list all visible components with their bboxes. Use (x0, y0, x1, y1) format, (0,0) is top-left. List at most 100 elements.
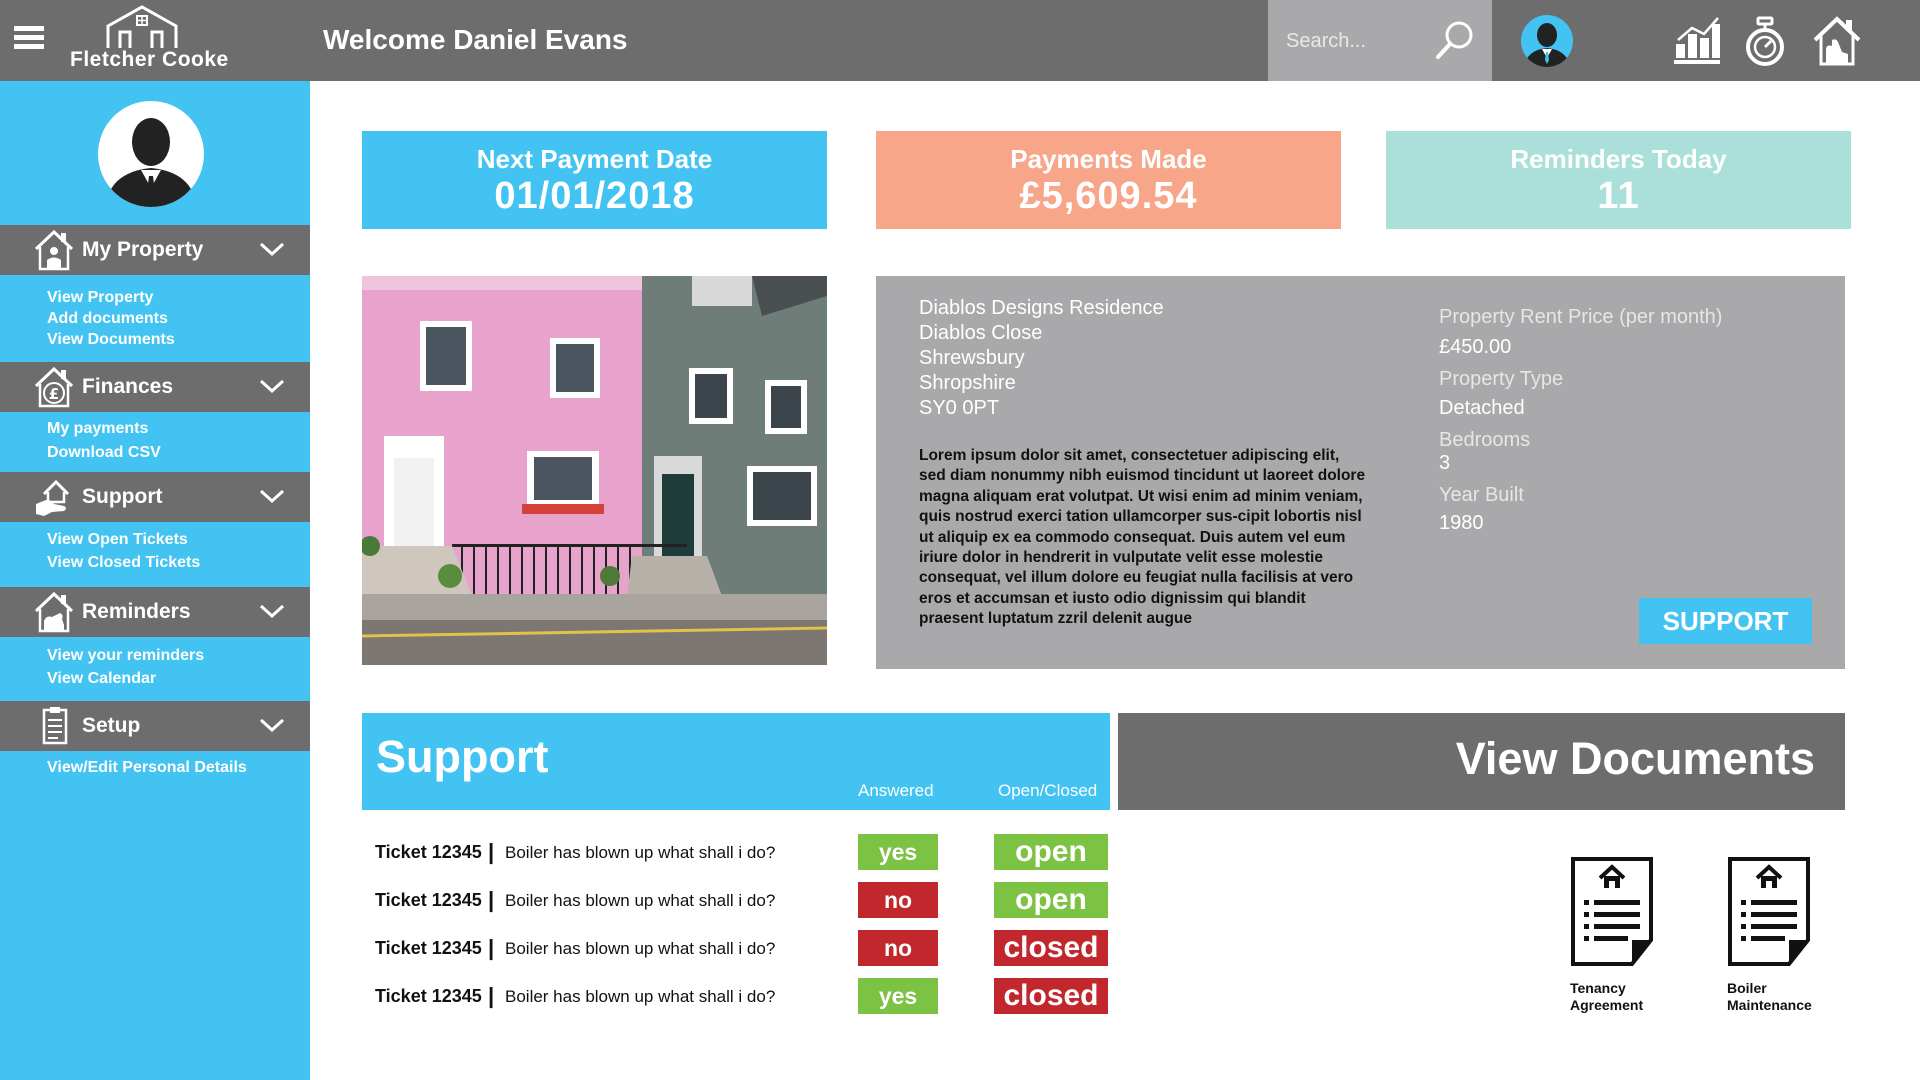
svg-text:£: £ (49, 385, 59, 403)
sidebar-link-view-closed-tickets[interactable]: View Closed Tickets (47, 554, 200, 572)
ticket-id: Ticket 12345 (375, 842, 482, 862)
search-input[interactable] (1286, 24, 1436, 58)
answered-column-header: Answered (858, 781, 934, 800)
ticket-row[interactable]: Ticket 12345 | Boiler has blown up what … (375, 978, 1115, 1016)
document-label: Boiler Maintenance (1727, 980, 1847, 1014)
property-type-label: Property Type (1439, 368, 1564, 390)
document-tenancy-agreement[interactable]: Tenancy Agreement (1570, 856, 1690, 1016)
house-person-icon (34, 229, 74, 271)
house-icon[interactable] (1812, 14, 1862, 68)
ticket-row[interactable]: Ticket 12345 | Boiler has blown up what … (375, 930, 1115, 968)
document-boiler-maintenance[interactable]: Boiler Maintenance (1727, 856, 1847, 1016)
document-label-line: Agreement (1570, 997, 1644, 1013)
address-line: Diablos Designs Residence (919, 297, 1164, 319)
search-box (1268, 0, 1492, 81)
sidebar: My Property View Property Add documents … (0, 81, 310, 1080)
answered-badge: no (858, 882, 938, 918)
answered-badge: yes (858, 978, 938, 1014)
checklist-icon (42, 707, 68, 745)
ticket-id: Ticket 12345 (375, 890, 482, 910)
sidebar-section-finances[interactable]: £ Finances (0, 362, 310, 412)
sidebar-section-label: Setup (82, 714, 141, 737)
property-type-value: Detached (1439, 397, 1525, 419)
bedrooms-label: Bedrooms (1439, 429, 1531, 451)
search-icon[interactable] (1433, 18, 1477, 62)
sidebar-link-view-open-tickets[interactable]: View Open Tickets (47, 531, 188, 549)
stat-payments-made: Payments Made £5,609.54 (876, 131, 1341, 229)
sidebar-section-my-property[interactable]: My Property (0, 225, 310, 275)
support-panel-title: Support (376, 731, 549, 782)
sidebar-section-label: My Property (82, 238, 204, 261)
stat-reminders-today: Reminders Today 11 (1386, 131, 1851, 229)
sidebar-link-edit-personal-details[interactable]: View/Edit Personal Details (47, 759, 247, 777)
sidebar-link-my-payments[interactable]: My payments (47, 420, 148, 438)
hand-house-icon (36, 479, 70, 516)
status-column-header: Open/Closed (998, 781, 1098, 800)
stat-label: Payments Made (1010, 144, 1207, 174)
sidebar-section-setup[interactable]: Setup (0, 701, 310, 751)
sidebar-section-label: Support (82, 485, 163, 508)
document-label-line: Boiler (1727, 980, 1767, 996)
ticket-description: Boiler has blown up what shall i do? (505, 987, 776, 1006)
status-badge: open (994, 882, 1108, 918)
user-avatar[interactable] (1520, 14, 1574, 68)
document-label-line: Maintenance (1727, 997, 1812, 1013)
address-line: Shrewsbury (919, 347, 1025, 369)
sidebar-link-view-calendar[interactable]: View Calendar (47, 670, 156, 688)
ticket-separator: | (488, 839, 495, 864)
address-line: Shropshire (919, 372, 1016, 394)
sidebar-link-view-reminders[interactable]: View your reminders (47, 647, 204, 665)
chevron-down-icon[interactable] (258, 599, 286, 623)
ticket-id: Ticket 12345 (375, 938, 482, 958)
brand-logo[interactable]: Fletcher Cooke (68, 4, 228, 74)
menu-icon[interactable] (14, 26, 44, 50)
stat-label: Reminders Today (1510, 144, 1727, 174)
house-alert-icon (34, 591, 74, 633)
stat-next-payment-date: Next Payment Date 01/01/2018 (362, 131, 827, 229)
support-button[interactable]: SUPPORT (1639, 598, 1812, 644)
ticket-id: Ticket 12345 (375, 986, 482, 1006)
sidebar-link-download-csv[interactable]: Download CSV (47, 444, 161, 462)
support-panel-header: Support Answered Open/Closed (362, 713, 1110, 810)
stat-label: Next Payment Date (476, 144, 713, 174)
sidebar-section-reminders[interactable]: Reminders (0, 587, 310, 637)
stat-value: £5,609.54 (1019, 175, 1198, 217)
document-icon (1728, 857, 1810, 966)
ticket-description: Boiler has blown up what shall i do? (505, 891, 776, 910)
house-pound-icon: £ (34, 366, 74, 408)
ticket-separator: | (488, 935, 495, 960)
top-bar: Fletcher Cooke Welcome Daniel Evans (0, 0, 1920, 81)
property-description: Lorem ipsum dolor sit amet, consectetuer… (919, 447, 1366, 628)
welcome-message: Welcome Daniel Evans (323, 24, 628, 55)
ticket-separator: | (488, 887, 495, 912)
documents-panel-title: View Documents (1455, 733, 1815, 784)
status-badge: closed (994, 978, 1108, 1014)
address-line: Diablos Close (919, 322, 1043, 344)
ticket-row[interactable]: Ticket 12345 | Boiler has blown up what … (375, 834, 1115, 872)
year-built-label: Year Built (1439, 484, 1524, 506)
answered-badge: yes (858, 834, 938, 870)
sidebar-section-support[interactable]: Support (0, 472, 310, 522)
chevron-down-icon[interactable] (258, 713, 286, 737)
rent-price-value: £450.00 (1439, 336, 1512, 358)
ticket-description: Boiler has blown up what shall i do? (505, 843, 776, 862)
sidebar-link-view-property[interactable]: View Property (47, 289, 153, 307)
stopwatch-icon[interactable] (1740, 14, 1790, 68)
chevron-down-icon[interactable] (258, 237, 286, 261)
document-label-line: Tenancy (1570, 980, 1626, 996)
address-line: SY0 0PT (919, 397, 1000, 419)
ticket-row[interactable]: Ticket 12345 | Boiler has blown up what … (375, 882, 1115, 920)
answered-badge: no (858, 930, 938, 966)
chevron-down-icon[interactable] (258, 484, 286, 508)
documents-panel-header: View Documents (1118, 713, 1845, 810)
bedrooms-value: 3 (1439, 452, 1451, 474)
document-icon (1571, 857, 1653, 966)
stats-icon[interactable] (1672, 14, 1722, 68)
sidebar-link-add-documents[interactable]: Add documents (47, 310, 168, 328)
profile-avatar[interactable] (97, 100, 205, 208)
chevron-down-icon[interactable] (258, 374, 286, 398)
rent-price-label: Property Rent Price (per month) (1439, 306, 1723, 328)
sidebar-link-view-documents[interactable]: View Documents (47, 331, 175, 349)
property-photo (362, 276, 827, 665)
stat-value: 01/01/2018 (494, 175, 695, 217)
